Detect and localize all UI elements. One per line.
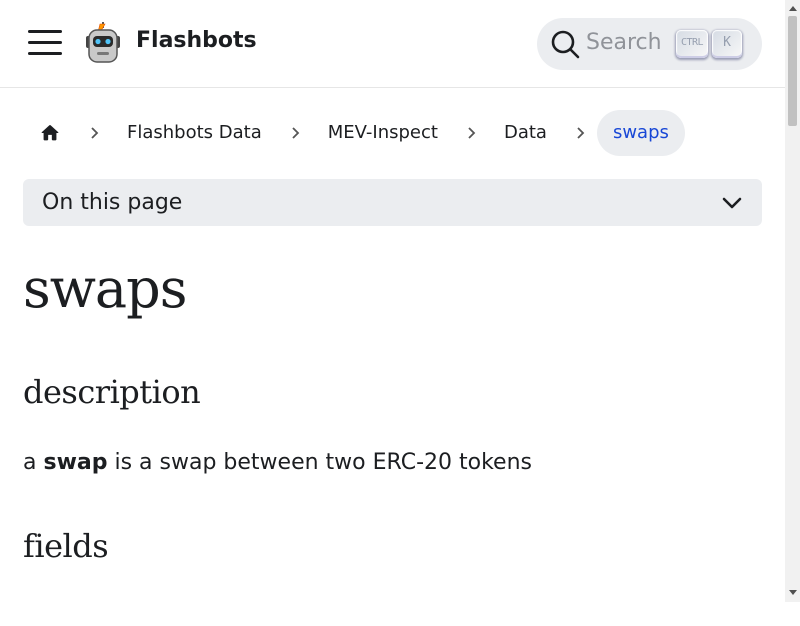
menu-icon-bar bbox=[28, 52, 62, 55]
home-icon bbox=[41, 125, 59, 141]
chevron-right-icon bbox=[288, 110, 302, 156]
para-text: is a swap between two ERC-20 tokens bbox=[107, 450, 532, 475]
menu-icon-bar bbox=[28, 41, 62, 44]
menu-toggle-button[interactable] bbox=[26, 27, 64, 59]
menu-icon-bar bbox=[28, 30, 62, 33]
page-title: swaps bbox=[23, 257, 187, 320]
chevron-right-icon bbox=[464, 110, 478, 156]
chevron-right-icon bbox=[573, 110, 587, 156]
para-text: a bbox=[23, 450, 44, 475]
scroll-down-arrow-icon[interactable] bbox=[789, 590, 797, 595]
breadcrumb-home[interactable] bbox=[23, 110, 77, 156]
brand-title[interactable]: Flashbots bbox=[136, 28, 257, 53]
kbd-ctrl: CTRL bbox=[676, 30, 708, 58]
breadcrumb-current: swaps bbox=[596, 110, 685, 156]
robot-logo-icon[interactable] bbox=[84, 22, 122, 64]
scrollbar[interactable] bbox=[785, 0, 800, 602]
breadcrumb-item[interactable]: Data bbox=[488, 110, 563, 156]
navbar: Flashbots Search CTRL K bbox=[0, 0, 785, 88]
para-bold: swap bbox=[43, 450, 108, 475]
kbd-k: K bbox=[712, 30, 742, 58]
breadcrumb: Flashbots Data MEV-Inspect Data swaps bbox=[23, 110, 685, 156]
section-heading-fields: fields bbox=[23, 527, 109, 565]
search-icon bbox=[551, 30, 580, 59]
section-heading-description: description bbox=[23, 373, 201, 411]
description-paragraph: a swap is a swap between two ERC-20 toke… bbox=[23, 450, 532, 475]
scroll-up-arrow-icon[interactable] bbox=[789, 6, 797, 11]
scroll-thumb[interactable] bbox=[788, 16, 797, 126]
chevron-right-icon bbox=[87, 110, 101, 156]
toc-collapsible[interactable]: On this page bbox=[23, 179, 762, 226]
search-button[interactable]: Search CTRL K bbox=[537, 18, 762, 70]
chevron-down-icon bbox=[722, 197, 742, 209]
breadcrumb-item[interactable]: Flashbots Data bbox=[111, 110, 278, 156]
breadcrumb-item[interactable]: MEV-Inspect bbox=[312, 110, 454, 156]
search-placeholder: Search bbox=[586, 30, 662, 55]
toc-label: On this page bbox=[42, 190, 183, 215]
